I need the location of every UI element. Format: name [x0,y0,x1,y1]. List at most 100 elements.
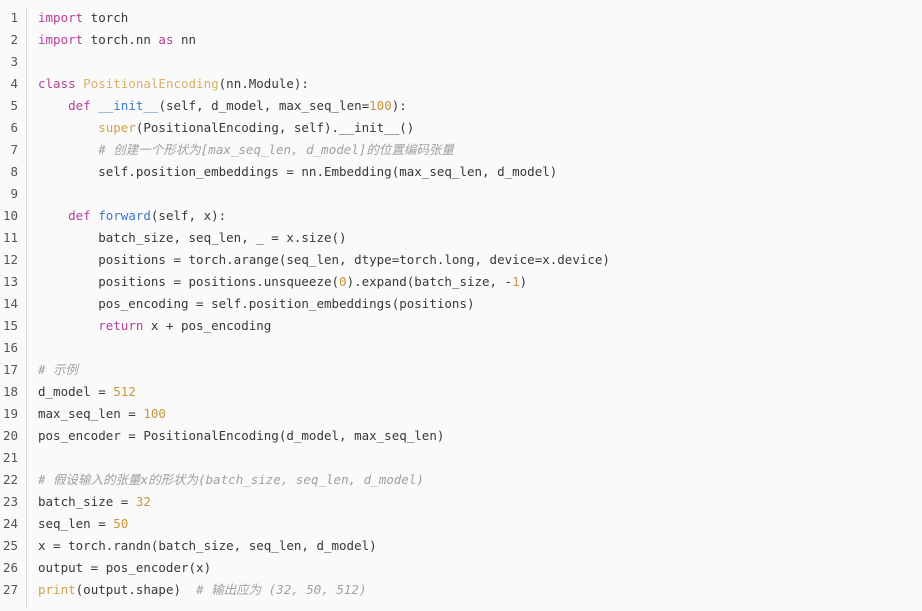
code-token-kw: import [38,10,84,25]
line-number: 19 [2,406,18,421]
code-line[interactable]: d_model = 512 [38,381,922,403]
code-token-pl: batch_size, seq_len, _ = x.size() [38,230,347,245]
code-line[interactable] [38,51,922,73]
code-token-pl: positions = torch.arange(seq_len, dtype=… [38,252,610,267]
code-token-pl: seq_len = [38,516,114,531]
line-number: 20 [2,428,18,443]
code-token-num: 100 [369,98,392,113]
code-token-num: 512 [113,384,136,399]
line-number: 18 [2,384,18,399]
code-token-pl: (output.shape) [75,582,197,597]
code-line[interactable]: output = pos_encoder(x) [38,557,922,579]
code-block: 1 2 3 4 5 6 7 8 9 10 11 12 13 14 15 16 17 18 19 20 21 22 23 24 2… [0,0,922,608]
code-token-num: 100 [143,406,166,421]
code-line[interactable]: batch_size = 32 [38,491,922,513]
code-token-kw: class [38,76,76,91]
code-line[interactable]: def __init__(self, d_model, max_seq_len=… [38,95,922,117]
line-number: 23 [2,494,18,509]
code-token-pl: max_seq_len = [38,406,144,421]
code-token-pl: torch.nn [83,32,159,47]
code-line[interactable]: print(output.shape) # 输出应为 (32, 50, 512) [38,579,922,601]
line-number: 4 [10,76,18,91]
line-number: 21 [2,450,18,465]
code-token-pl: ): [391,98,407,113]
code-token-pl: batch_size = [38,494,136,509]
code-token-kw: import [38,32,84,47]
code-line[interactable]: super(PositionalEncoding, self).__init__… [38,117,922,139]
code-token-pl: x + pos_encoding [143,318,272,333]
line-number-gutter: 1 2 3 4 5 6 7 8 9 10 11 12 13 14 15 16 17 18 19 20 21 22 23 24 2… [0,7,18,601]
code-line[interactable] [38,447,922,469]
code-token-kw: def [68,208,91,223]
code-token-fnc: forward [98,208,151,223]
code-token-bi: super [98,120,136,135]
code-token-cmt: # 示例 [38,362,79,377]
code-token-cmt: # 输出应为 (32, 50, 512) [196,582,367,597]
line-number: 2 [10,32,18,47]
line-number: 1 [10,10,18,25]
code-token-cls: PositionalEncoding [83,76,219,91]
code-token-num: 50 [113,516,129,531]
code-line[interactable]: pos_encoding = self.position_embeddings(… [38,293,922,315]
code-line[interactable]: def forward(self, x): [38,205,922,227]
code-token-fnc: __init__ [98,98,159,113]
line-number: 3 [10,54,18,69]
code-token-kw: return [98,318,144,333]
code-token-pl: ).expand(batch_size, - [346,274,513,289]
line-number: 27 [2,582,18,597]
code-viewer: 1 2 3 4 5 6 7 8 9 10 11 12 13 14 15 16 17 18 19 20 21 22 23 24 2… [0,0,922,611]
code-token-pl: torch [83,10,129,25]
code-line[interactable]: return x + pos_encoding [38,315,922,337]
code-token-pl: output = pos_encoder(x) [38,560,212,575]
line-number: 22 [2,472,18,487]
code-token-cmt: # 创建一个形状为[max_seq_len, d_model]的位置编码张量 [98,142,454,157]
code-line[interactable]: positions = positions.unsqueeze(0).expan… [38,271,922,293]
line-number: 9 [10,186,18,201]
code-token-pl: (nn.Module): [218,76,309,91]
code-line[interactable]: pos_encoder = PositionalEncoding(d_model… [38,425,922,447]
code-token-pl: ) [519,274,528,289]
code-token-kw: as [158,32,174,47]
code-line[interactable] [38,183,922,205]
code-line[interactable]: # 创建一个形状为[max_seq_len, d_model]的位置编码张量 [38,139,922,161]
code-token-pl: self.position_embeddings = nn.Embedding(… [38,164,558,179]
line-number: 12 [2,252,18,267]
line-number: 13 [2,274,18,289]
line-number: 17 [2,362,18,377]
line-number: 5 [10,98,18,113]
code-token-num: 1 [512,274,520,289]
code-content[interactable]: import torch import torch.nn as nn class … [27,7,922,601]
code-token-pl: positions = positions.unsqueeze( [38,274,340,289]
line-number: 26 [2,560,18,575]
code-line[interactable]: max_seq_len = 100 [38,403,922,425]
code-line[interactable]: self.position_embeddings = nn.Embedding(… [38,161,922,183]
code-line[interactable]: seq_len = 50 [38,513,922,535]
code-line[interactable]: import torch.nn as nn [38,29,922,51]
code-line[interactable]: class PositionalEncoding(nn.Module): [38,73,922,95]
code-token-pl: (self, x): [150,208,227,223]
code-token-pl: (PositionalEncoding, self).__init__() [135,120,415,135]
code-line[interactable]: # 示例 [38,359,922,381]
code-line[interactable] [38,337,922,359]
line-number: 15 [2,318,18,333]
code-token-pl: pos_encoder = PositionalEncoding(d_model… [38,428,445,443]
line-number: 25 [2,538,18,553]
line-number: 11 [2,230,18,245]
code-line[interactable]: x = torch.randn(batch_size, seq_len, d_m… [38,535,922,557]
code-token-cmt: # 假设输入的张量x的形状为(batch_size, seq_len, d_mo… [38,472,424,487]
code-token-num: 32 [135,494,151,509]
code-line[interactable]: batch_size, seq_len, _ = x.size() [38,227,922,249]
code-token-pl: x = torch.randn(batch_size, seq_len, d_m… [38,538,377,553]
line-number: 10 [2,208,18,223]
code-token-pl: nn [173,32,197,47]
code-line[interactable]: # 假设输入的张量x的形状为(batch_size, seq_len, d_mo… [38,469,922,491]
code-token-pl: d_model = [38,384,114,399]
code-line[interactable]: import torch [38,7,922,29]
code-token-num: 0 [339,274,347,289]
code-line[interactable]: positions = torch.arange(seq_len, dtype=… [38,249,922,271]
